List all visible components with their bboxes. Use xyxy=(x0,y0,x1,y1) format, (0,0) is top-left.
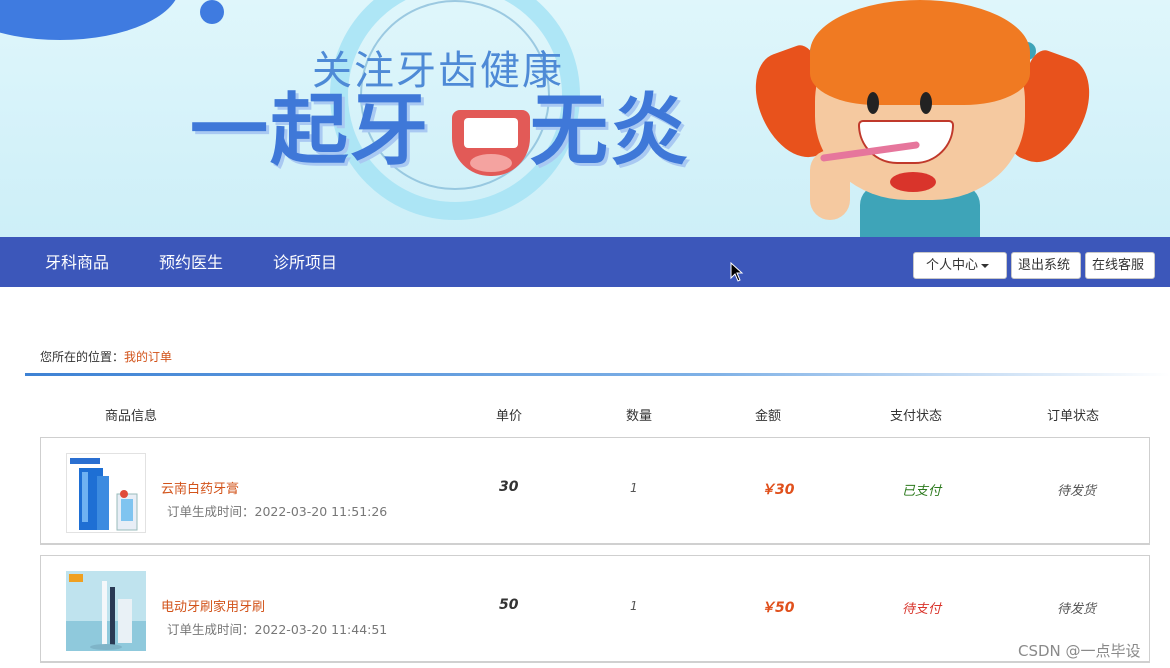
order-time: 订单生成时间：2022-03-20 11:51:26 xyxy=(167,504,388,519)
breadcrumb-current[interactable]: 我的订单 xyxy=(124,350,172,364)
order-status: 待发货 xyxy=(1057,484,1097,499)
banner: 关注牙齿健康 一起牙 无炎 xyxy=(0,0,1170,237)
decor-dot xyxy=(200,0,224,24)
girl-brushing-teeth-illustration xyxy=(743,0,1102,237)
order-status: 待发货 xyxy=(1057,602,1097,617)
header-product: 商品信息 xyxy=(105,409,158,424)
breadcrumb-divider xyxy=(25,373,1170,376)
csdn-watermark: CSDN @一点毕设 xyxy=(1018,640,1141,661)
header-amount: 金额 xyxy=(755,409,782,424)
banner-slogan-main-left: 一起牙 xyxy=(190,86,431,176)
header-unit-price: 单价 xyxy=(496,409,523,424)
header-pay-status: 支付状态 xyxy=(890,409,943,424)
pay-status: 已支付 xyxy=(902,484,942,499)
product-image-toothpaste[interactable] xyxy=(66,453,146,533)
main-navbar: 牙科商品 预约医生 诊所项目 个人中心 退出系统 在线客服 xyxy=(0,237,1170,287)
order-time: 订单生成时间：2022-03-20 11:44:51 xyxy=(167,622,388,637)
header-quantity: 数量 xyxy=(626,409,653,424)
banner-slogan-main: 一起牙 无炎 xyxy=(190,92,690,170)
breadcrumb-prefix: 您所在的位置： xyxy=(40,350,125,364)
logout-button[interactable]: 退出系统 xyxy=(1011,252,1081,279)
product-image-electric-toothbrush[interactable] xyxy=(66,571,146,651)
unit-price: 30 xyxy=(499,479,519,495)
nav-book-doctor[interactable]: 预约医生 xyxy=(159,237,223,287)
nav-dental-products[interactable]: 牙科商品 xyxy=(45,237,109,287)
online-service-button[interactable]: 在线客服 xyxy=(1085,252,1155,279)
breadcrumb: 您所在的位置：我的订单 xyxy=(40,348,172,365)
nav-clinic-projects[interactable]: 诊所项目 xyxy=(273,237,337,287)
order-row: 云南白药牙膏 订单生成时间：2022-03-20 11:51:26 30 1 ￥… xyxy=(40,437,1150,545)
chevron-down-icon xyxy=(981,263,990,268)
order-row: 电动牙刷家用牙刷 订单生成时间：2022-03-20 11:44:51 50 1… xyxy=(40,555,1150,663)
pay-status[interactable]: 待支付 xyxy=(902,598,941,617)
quantity: 1 xyxy=(630,599,638,613)
product-name[interactable]: 云南白药牙膏 xyxy=(161,478,239,497)
banner-slogan-main-right: 无炎 xyxy=(530,86,691,176)
amount: ￥30 xyxy=(761,482,795,498)
personal-center-dropdown[interactable]: 个人中心 xyxy=(913,252,1007,279)
personal-center-label: 个人中心 xyxy=(926,258,979,273)
unit-price: 50 xyxy=(499,597,519,613)
quantity: 1 xyxy=(630,481,638,495)
product-name[interactable]: 电动牙刷家用牙刷 xyxy=(161,596,265,615)
decor-blob xyxy=(0,0,180,40)
header-order-status: 订单状态 xyxy=(1047,409,1100,424)
amount: ￥50 xyxy=(761,600,795,616)
